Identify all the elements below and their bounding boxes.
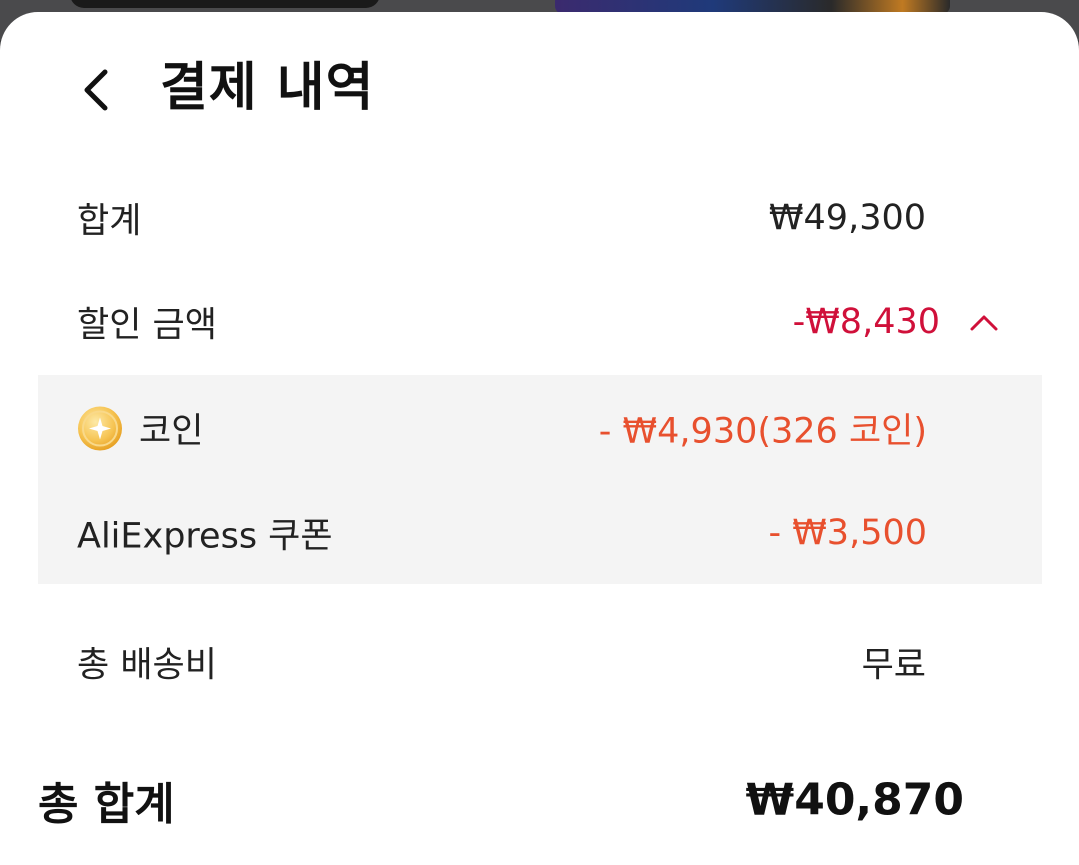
background-pill <box>70 0 380 8</box>
subtotal-label: 합계 <box>77 201 142 242</box>
back-button[interactable] <box>66 60 126 120</box>
shipping-value: 무료 <box>861 645 926 686</box>
payment-details-sheet: 결제 내역 합계 ₩49,300 할인 금액 -₩8,430 코인 - ₩4,9… <box>0 12 1079 865</box>
chevron-left-icon <box>84 69 108 111</box>
subtotal-value: ₩49,300 <box>768 198 926 238</box>
subtotal-row: 합계 ₩49,300 <box>0 178 1079 258</box>
total-row: 총 합계 ₩40,870 <box>0 760 1079 840</box>
discount-breakdown: 코인 - ₩4,930(326 코인) AliExpress 쿠폰 - ₩3,5… <box>38 375 1042 584</box>
shipping-label: 총 배송비 <box>77 645 217 686</box>
total-label: 총 합계 <box>38 779 175 830</box>
total-value: ₩40,870 <box>745 774 964 826</box>
coin-discount-value: - ₩4,930(326 코인) <box>598 411 927 452</box>
coupon-discount-label: AliExpress 쿠폰 <box>77 516 333 557</box>
coin-discount-label-group: 코인 <box>77 403 203 454</box>
coupon-discount-value: - ₩3,500 <box>768 513 927 553</box>
coin-discount-row: 코인 - ₩4,930(326 코인) <box>38 383 1042 473</box>
coin-icon <box>78 406 122 450</box>
discount-label: 할인 금액 <box>77 305 217 346</box>
shipping-row: 총 배송비 무료 <box>0 622 1079 702</box>
sheet-header: 결제 내역 <box>0 12 1079 172</box>
chevron-up-icon[interactable] <box>967 305 1001 339</box>
coupon-discount-row: AliExpress 쿠폰 - ₩3,500 <box>38 488 1042 578</box>
coin-discount-label: 코인 <box>139 411 204 452</box>
discount-value: -₩8,430 <box>792 302 940 342</box>
page-title: 결제 내역 <box>160 58 375 118</box>
discount-row[interactable]: 할인 금액 -₩8,430 <box>0 282 1079 362</box>
